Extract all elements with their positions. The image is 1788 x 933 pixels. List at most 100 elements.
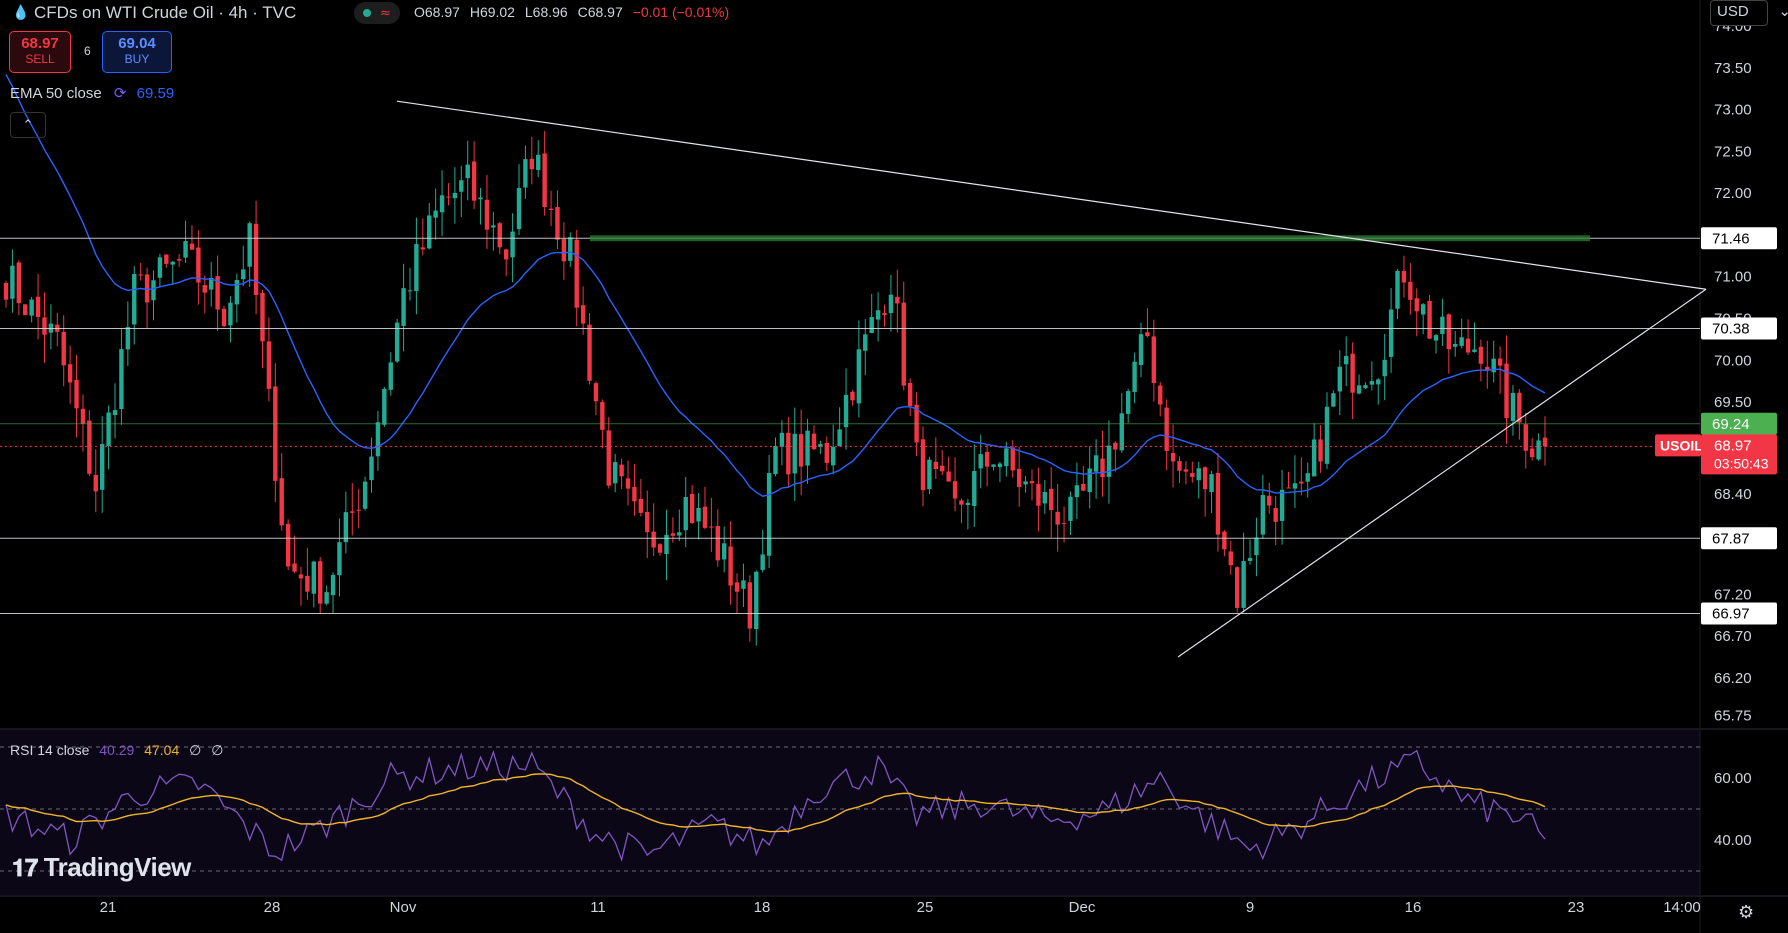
candle-body: [972, 470, 977, 506]
candle-body: [67, 364, 73, 383]
market-status[interactable]: ≈: [354, 2, 400, 24]
currency-select[interactable]: USD ⌄: [1710, 0, 1788, 26]
candle-body: [625, 478, 631, 489]
candle-body: [850, 391, 855, 401]
candle-body: [125, 326, 131, 350]
candle-body: [311, 561, 316, 594]
candle-body: [568, 237, 573, 261]
candle-body: [606, 430, 611, 486]
collapse-legend-button[interactable]: ⌃: [10, 112, 46, 138]
candle-body: [292, 563, 297, 572]
time-tick-label: 11: [590, 899, 606, 916]
candle-body: [1132, 361, 1137, 392]
candle-body: [491, 225, 496, 228]
rsi-extra-2: ∅: [211, 742, 224, 758]
candle-body: [959, 500, 964, 505]
rsi-extra-1: ∅: [189, 742, 202, 758]
candle-body: [337, 542, 342, 576]
candle-body: [1311, 439, 1317, 477]
candle-body: [196, 247, 201, 283]
candle-body: [1138, 334, 1144, 366]
candle-body: [228, 302, 233, 326]
tradingview-logo[interactable]: 𝟏𝟕 TradingView: [12, 852, 191, 883]
price-tick-label: 73.00: [1714, 102, 1752, 119]
candle-body: [984, 451, 990, 467]
candle-body: [1408, 281, 1413, 300]
candle-body: [863, 334, 868, 351]
candle-body: [356, 509, 361, 511]
market-open-icon: ≈: [354, 2, 400, 24]
droplet-icon: 💧: [12, 4, 30, 20]
open-value: O68.97: [414, 4, 460, 20]
candle-body: [1478, 346, 1484, 364]
price-tick-label: 66.70: [1714, 628, 1752, 645]
candle-body: [3, 282, 9, 300]
candle-body: [670, 533, 676, 536]
candle-body: [1119, 413, 1124, 451]
symbol-title[interactable]: CFDs on WTI Crude Oil · 4h · TVC: [34, 3, 296, 23]
sell-label: SELL: [25, 52, 55, 66]
candle-body: [1446, 314, 1452, 350]
candle-body: [1183, 469, 1189, 472]
candle-body: [927, 459, 932, 490]
candle-body: [1414, 298, 1419, 312]
price-tick-label: 65.75: [1714, 707, 1752, 724]
candle-body: [683, 496, 688, 531]
time-tick-label: 25: [917, 899, 934, 916]
chart-svg[interactable]: 73.5073.0072.5072.0071.0070.5070.0069.50…: [0, 0, 1788, 933]
candle-body: [1459, 337, 1464, 346]
chart-area[interactable]: 73.5073.0072.5072.0071.0070.5070.0069.50…: [0, 0, 1788, 933]
countdown-label: 03:50:43: [1714, 455, 1769, 471]
candle-body: [1465, 338, 1471, 353]
candle-body: [132, 274, 137, 325]
candle-body: [221, 308, 227, 327]
candle-body: [298, 574, 304, 579]
candle-body: [1023, 481, 1028, 485]
candle-body: [80, 408, 86, 424]
ema-legend[interactable]: EMA 50 close ⟳ 69.59: [10, 84, 174, 102]
price-tick-label: 66.20: [1714, 670, 1752, 687]
candle-body: [722, 543, 727, 560]
candle-body: [1472, 349, 1477, 353]
candle-body: [189, 243, 195, 250]
candle-body: [330, 574, 336, 596]
candle-body: [1427, 300, 1432, 339]
candle-body: [536, 154, 541, 171]
candle-body: [1061, 523, 1067, 525]
level-label: 69.24: [1712, 416, 1750, 433]
candle-body: [318, 561, 323, 604]
resistance-zone: [590, 235, 1590, 242]
candle-body: [388, 362, 393, 390]
candle-body: [1497, 358, 1503, 366]
candle-body: [202, 285, 207, 293]
high-value: H69.02: [469, 4, 515, 20]
candle-body: [1401, 271, 1407, 283]
rsi-label: RSI 14 close: [10, 742, 90, 758]
candle-body: [382, 388, 387, 425]
brand-name: TradingView: [43, 852, 192, 882]
time-tick-label: Dec: [1069, 899, 1096, 916]
loading-icon: ⟳: [113, 85, 127, 102]
candle-body: [375, 422, 381, 457]
rsi-legend[interactable]: RSI 14 close 40.29 47.04 ∅ ∅: [10, 742, 223, 759]
candle-body: [600, 402, 605, 430]
candle-body: [1331, 393, 1336, 407]
candle-body: [1536, 440, 1541, 460]
time-tick-label: 28: [264, 899, 281, 916]
candle-body: [965, 502, 971, 506]
candle-body: [183, 241, 188, 258]
candle-body: [285, 523, 291, 567]
candle-body: [170, 261, 175, 265]
candle-body: [407, 290, 413, 292]
candle-body: [369, 456, 374, 481]
candle-body: [1324, 406, 1330, 464]
sell-button[interactable]: 68.97 SELL: [9, 31, 71, 73]
settings-gear-icon[interactable]: ⚙: [1738, 902, 1754, 923]
candle-body: [760, 554, 765, 570]
candle-body: [241, 269, 246, 280]
candle-body: [516, 187, 522, 230]
candle-body: [786, 432, 791, 475]
candle-body: [754, 571, 759, 629]
buy-button[interactable]: 69.04 BUY: [102, 31, 172, 73]
candle-body: [843, 394, 849, 428]
